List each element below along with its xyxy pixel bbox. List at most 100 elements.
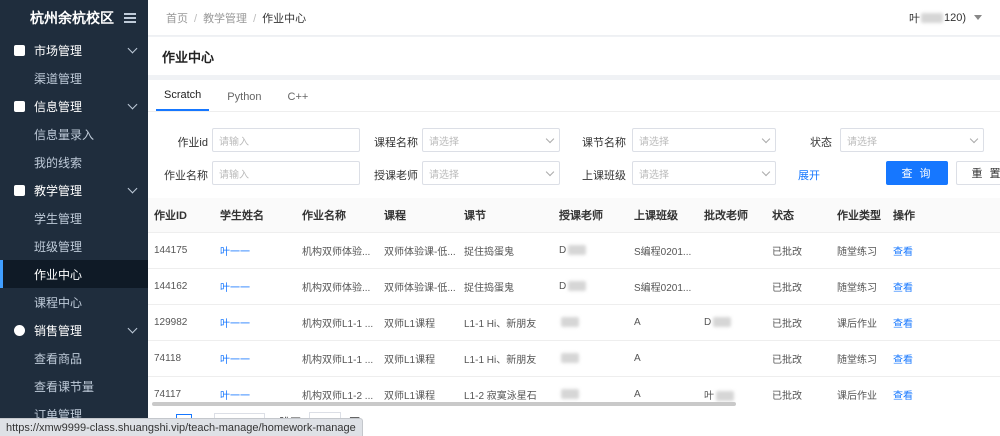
cell-name: 机构双师L1-1 ... [296, 304, 378, 341]
view-link[interactable]: 查看 [887, 268, 1000, 305]
sidebar-item-channel[interactable]: 渠道管理 [0, 64, 148, 92]
cell-type: 随堂练习 [831, 340, 887, 377]
cell-text: 已批改 [772, 354, 802, 366]
cell-course: 双师体验课-低... [378, 268, 458, 305]
cell-text: 双师体验课-低... [384, 246, 456, 258]
homework-table: 作业ID 学生姓名 作业名称 课程 课节 授课老师 上课班级 批改老师 状态 作… [148, 198, 1000, 408]
homework-id-input[interactable]: 请输入 [212, 128, 360, 152]
cell-teacher [553, 304, 628, 341]
view-link[interactable]: 查看 [887, 376, 1000, 408]
cell-text: 查看 [893, 282, 913, 294]
view-link[interactable]: 查看 [887, 304, 1000, 341]
nav-group-info[interactable]: 信息管理 [0, 92, 148, 120]
course-name-select[interactable]: 请选择 [422, 128, 560, 152]
cell-course: 双师L1课程 [378, 304, 458, 341]
expand-link[interactable]: 展开 [798, 167, 820, 183]
cell-type: 课后作业 [831, 304, 887, 341]
cell-class: S编程0201... [628, 268, 698, 305]
user-menu[interactable]: 叶 120) [909, 10, 982, 26]
cell-text: D [704, 316, 712, 328]
tab-cpp[interactable]: C++ [280, 91, 317, 111]
cell-text: L1-2 寂寞泳星石 [464, 390, 537, 402]
cell-text: 双师L1课程 [384, 354, 436, 366]
breadcrumb-teaching[interactable]: 教学管理 [203, 13, 247, 25]
col-header: 作业类型 [831, 198, 887, 233]
caret-down-icon [974, 15, 982, 20]
chevron-down-icon [545, 134, 555, 143]
cell-text: 查看 [893, 318, 913, 330]
cell-student[interactable]: 叶一一 [214, 268, 296, 305]
chevron-down-icon [127, 183, 138, 193]
menu-toggle-icon[interactable] [124, 13, 136, 23]
cell-text: 已批改 [772, 282, 802, 294]
teacher-placeholder: 请选择 [429, 169, 459, 181]
cell-name: 机构双师体验... [296, 232, 378, 269]
book-icon [14, 184, 25, 196]
lesson-name-select[interactable]: 请选择 [632, 128, 776, 152]
redacted-name [561, 316, 579, 327]
nav-group-teaching[interactable]: 教学管理 [0, 176, 148, 204]
nav-group-market[interactable]: 市场管理 [0, 36, 148, 64]
cell-text: 随堂练习 [837, 246, 877, 258]
nav-group-sales[interactable]: 销售管理 [0, 316, 148, 344]
sales-icon [14, 324, 25, 336]
cell-student[interactable]: 叶一一 [214, 304, 296, 341]
col-header: 课节 [458, 198, 553, 233]
document-icon [14, 100, 25, 112]
view-link[interactable]: 查看 [887, 232, 1000, 269]
redacted-name [561, 352, 579, 363]
teacher-select[interactable]: 请选择 [422, 161, 560, 185]
cell-text: D [559, 280, 567, 292]
status-select[interactable]: 请选择 [840, 128, 984, 152]
search-button[interactable]: 查 询 [886, 161, 948, 185]
table-row: 144162 叶一一 机构双师体验... 双师体验课-低... 捉住捣蛋鬼 D S编程020… [148, 268, 1000, 305]
col-header: 课程 [378, 198, 458, 233]
cell-class: A [628, 340, 698, 377]
sidebar-item-classes[interactable]: 班级管理 [0, 232, 148, 260]
cell-text: 叶 [704, 390, 714, 402]
cell-text: A [634, 316, 641, 328]
col-header: 批改老师 [698, 198, 766, 233]
table-row: 129982 叶一一 机构双师L1-1 ... 双师L1课程 L1-1 Hi、新朋友 A D… [148, 304, 1000, 341]
sidebar-item-homework[interactable]: 作业中心 [0, 260, 148, 288]
chevron-down-icon [969, 134, 979, 143]
cell-grader [698, 232, 766, 269]
cell-lesson: L1-1 Hi、新朋友 [458, 304, 553, 341]
col-header: 操作 [887, 198, 1000, 233]
homework-name-input[interactable]: 请输入 [212, 161, 360, 185]
cell-text: 捉住捣蛋鬼 [464, 246, 514, 258]
cell-status: 已批改 [766, 304, 831, 341]
tab-python[interactable]: Python [219, 91, 269, 111]
tab-scratch[interactable]: Scratch [156, 89, 210, 111]
sidebar-item-courses[interactable]: 课程中心 [0, 288, 148, 316]
chevron-down-icon [761, 134, 771, 143]
language-tabs: Scratch Python C++ [148, 80, 1000, 112]
user-name-prefix: 叶 [908, 12, 920, 25]
cell-teacher: D [553, 268, 628, 305]
cell-course: 双师体验课-低... [378, 232, 458, 269]
page-title: 作业中心 [148, 37, 1000, 75]
sidebar-item-students[interactable]: 学生管理 [0, 204, 148, 232]
sidebar-item-info-entry[interactable]: 信息量录入 [0, 120, 148, 148]
nav-group-label: 销售管理 [34, 323, 83, 338]
course-name-label: 课程名称 [374, 137, 418, 149]
chevron-down-icon [127, 323, 138, 333]
reset-button[interactable]: 重 置 [956, 161, 1000, 185]
sidebar-item-products[interactable]: 查看商品 [0, 344, 148, 372]
cell-text: 双师L1课程 [384, 390, 436, 402]
table-row: 74118 叶一一 机构双师L1-1 ... 双师L1课程 L1-1 Hi、新朋友 A 已批… [148, 340, 1000, 377]
cell-student[interactable]: 叶一一 [214, 232, 296, 269]
cell-text: 双师L1课程 [384, 318, 436, 330]
cell-grader: D [698, 304, 766, 341]
nav-group-label: 信息管理 [34, 99, 83, 114]
horizontal-scrollbar[interactable] [152, 402, 736, 406]
breadcrumb-home[interactable]: 首页 [166, 13, 188, 25]
col-header: 学生姓名 [214, 198, 296, 233]
cell-student[interactable]: 叶一一 [214, 340, 296, 377]
sidebar-item-lesson-count[interactable]: 查看课节量 [0, 372, 148, 400]
cell-text: 机构双师体验... [302, 282, 371, 294]
cell-status: 已批改 [766, 376, 831, 408]
view-link[interactable]: 查看 [887, 340, 1000, 377]
sidebar-item-my-leads[interactable]: 我的线索 [0, 148, 148, 176]
class-select[interactable]: 请选择 [632, 161, 776, 185]
